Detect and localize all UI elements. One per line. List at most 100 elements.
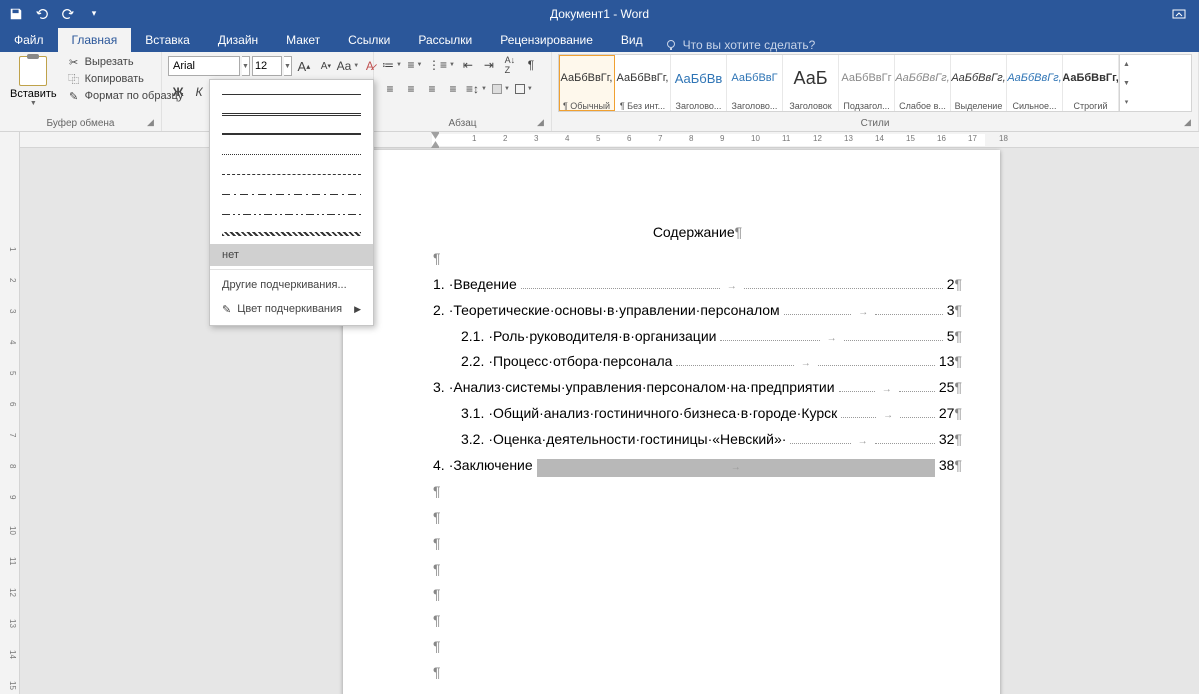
toc-line-7[interactable]: 4.·Заключение→38¶ (433, 453, 962, 479)
font-size-dropdown[interactable]: ▼ (284, 56, 292, 76)
align-left-button[interactable]: ≡ (380, 79, 400, 99)
document-area[interactable]: 123456789101112131415161718 Содержание¶ … (20, 132, 1199, 694)
tell-me-placeholder: Что вы хотите сделать? (683, 38, 816, 52)
toc-line-0[interactable]: 1.·Введение→2¶ (433, 272, 962, 298)
style-item-1[interactable]: АаБбВвГг,¶ Без инт... (615, 55, 671, 111)
tab-home[interactable]: Главная (58, 28, 132, 52)
tab-layout[interactable]: Макет (272, 28, 334, 52)
tab-view[interactable]: Вид (607, 28, 657, 52)
increase-indent-button[interactable]: ⇥ (479, 55, 499, 75)
italic-button[interactable]: К (189, 82, 209, 102)
quick-access-toolbar: ▾ (0, 2, 110, 26)
styles-gallery: АаБбВвГг,¶ ОбычныйАаБбВвГг,¶ Без инт...А… (558, 54, 1192, 112)
paste-label: Вставить (10, 88, 57, 100)
underline-style-dotted[interactable] (210, 144, 373, 164)
group-paragraph-label: Абзац (380, 117, 545, 131)
toc-line-1[interactable]: 2.·Теоретические·основы·в·управлении·пер… (433, 298, 962, 324)
page-content[interactable]: Содержание¶ ¶ 1.·Введение→2¶2.·Теоретиче… (343, 150, 1000, 686)
ribbon-tabs: Файл Главная Вставка Дизайн Макет Ссылки… (0, 27, 1199, 52)
tab-mailings[interactable]: Рассылки (404, 28, 486, 52)
empty-paragraph: ¶ (433, 505, 962, 531)
multilevel-list-button[interactable]: ⋮≡▼ (426, 55, 457, 75)
style-item-9[interactable]: АаБбВвГг,Строгий (1063, 55, 1119, 111)
save-button[interactable] (4, 2, 28, 26)
ribbon-display-options[interactable] (1167, 2, 1191, 26)
toc-line-6[interactable]: 3.2.·Оценка·деятельности·гостиницы·«Невс… (433, 427, 962, 453)
empty-paragraph: ¶ (433, 246, 962, 272)
undo-button[interactable] (30, 2, 54, 26)
align-right-button[interactable]: ≡ (422, 79, 442, 99)
empty-paragraph: ¶ (433, 479, 962, 505)
line-spacing-button[interactable]: ≡↕▼ (464, 79, 489, 99)
qat-customize-button[interactable]: ▾ (82, 2, 106, 26)
toc-line-4[interactable]: 3.·Анализ·системы·управления·персоналом·… (433, 375, 962, 401)
first-line-indent-marker[interactable] (431, 132, 439, 140)
gallery-more[interactable]: ▾ (1120, 92, 1133, 111)
empty-paragraph: ¶ (433, 531, 962, 557)
underline-none[interactable]: нет (210, 244, 373, 266)
underline-style-double[interactable] (210, 104, 373, 124)
toc-line-3[interactable]: 2.2.·Процесс·отбора·персонала→13¶ (433, 349, 962, 375)
group-clipboard-label: Буфер обмена (6, 117, 155, 131)
tab-file[interactable]: Файл (0, 28, 58, 52)
underline-style-dot-dash[interactable] (210, 184, 373, 204)
font-name-combo[interactable] (168, 56, 240, 76)
show-marks-button[interactable]: ¶ (521, 55, 541, 75)
style-item-0[interactable]: АаБбВвГг,¶ Обычный (559, 55, 615, 111)
style-item-7[interactable]: АаБбВвГг,Выделение (951, 55, 1007, 111)
style-item-5[interactable]: АаБбВвГгПодзагол... (839, 55, 895, 111)
style-item-6[interactable]: АаБбВвГг,Слабое в... (895, 55, 951, 111)
tab-references[interactable]: Ссылки (334, 28, 404, 52)
font-size-combo[interactable] (252, 56, 282, 76)
style-item-3[interactable]: АаБбВвГЗаголово... (727, 55, 783, 111)
underline-color[interactable]: ✎Цвет подчеркивания ▶ (210, 297, 373, 321)
hanging-indent-marker[interactable] (431, 141, 439, 149)
empty-paragraph: ¶ (433, 582, 962, 608)
shading-button[interactable]: ▼ (490, 79, 512, 99)
tab-design[interactable]: Дизайн (204, 28, 272, 52)
group-paragraph: ≔▼ ≡▼ ⋮≡▼ ⇤ ⇥ A↓Z ¶ ≡ ≡ ≡ ≡ ≡↕▼ ▼ ▼ Абза… (374, 52, 552, 131)
justify-button[interactable]: ≡ (443, 79, 463, 99)
underline-more[interactable]: Другие подчеркивания... (210, 273, 373, 297)
horizontal-ruler[interactable]: 123456789101112131415161718 (20, 132, 1199, 148)
underline-style-dot-dot-dash[interactable] (210, 204, 373, 224)
tell-me-search[interactable]: Что вы хотите сделать? (657, 38, 824, 52)
style-item-8[interactable]: АаБбВвГг,Сильное... (1007, 55, 1063, 111)
vertical-ruler[interactable]: 123456789101112131415 (0, 132, 20, 694)
redo-button[interactable] (56, 2, 80, 26)
bullets-button[interactable]: ≔▼ (380, 55, 404, 75)
underline-style-thick[interactable] (210, 124, 373, 144)
paragraph-dialog-launcher[interactable]: ◢ (537, 117, 549, 129)
toc-line-5[interactable]: 3.1.·Общий·анализ·гостиничного·бизнеса·в… (433, 401, 962, 427)
bold-button[interactable]: Ж (168, 82, 188, 102)
font-name-dropdown[interactable]: ▼ (242, 56, 250, 76)
borders-button[interactable]: ▼ (513, 79, 535, 99)
tab-insert[interactable]: Вставка (131, 28, 204, 52)
group-styles-label: Стили (558, 117, 1192, 131)
change-case-button[interactable]: Aa▼ (338, 56, 358, 76)
underline-style-dashed[interactable] (210, 164, 373, 184)
style-item-2[interactable]: АаБбВвЗаголово... (671, 55, 727, 111)
empty-paragraph: ¶ (433, 660, 962, 686)
underline-style-single[interactable] (210, 84, 373, 104)
document-page: Содержание¶ ¶ 1.·Введение→2¶2.·Теоретиче… (343, 150, 1000, 694)
grow-font-button[interactable]: A▴ (294, 56, 314, 76)
tab-review[interactable]: Рецензирование (486, 28, 607, 52)
ribbon: Вставить ▼ ✂Вырезать ⿻Копировать ✎Формат… (0, 52, 1199, 132)
style-item-4[interactable]: АаБЗаголовок (783, 55, 839, 111)
styles-dialog-launcher[interactable]: ◢ (1184, 117, 1196, 129)
pen-icon: ✎ (222, 303, 231, 316)
chevron-right-icon: ▶ (354, 304, 361, 315)
toc-line-2[interactable]: 2.1.·Роль·руководителя·в·организации→5¶ (433, 324, 962, 350)
gallery-down[interactable]: ▼ (1120, 74, 1133, 93)
decrease-indent-button[interactable]: ⇤ (458, 55, 478, 75)
underline-style-wave[interactable] (210, 224, 373, 244)
gallery-up[interactable]: ▲ (1120, 55, 1133, 74)
paste-button[interactable]: Вставить ▼ (6, 54, 61, 109)
scissors-icon: ✂ (67, 55, 81, 69)
shrink-font-button[interactable]: A▾ (316, 56, 336, 76)
align-center-button[interactable]: ≡ (401, 79, 421, 99)
clipboard-dialog-launcher[interactable]: ◢ (147, 117, 159, 129)
sort-button[interactable]: A↓Z (500, 55, 520, 75)
numbering-button[interactable]: ≡▼ (405, 55, 425, 75)
